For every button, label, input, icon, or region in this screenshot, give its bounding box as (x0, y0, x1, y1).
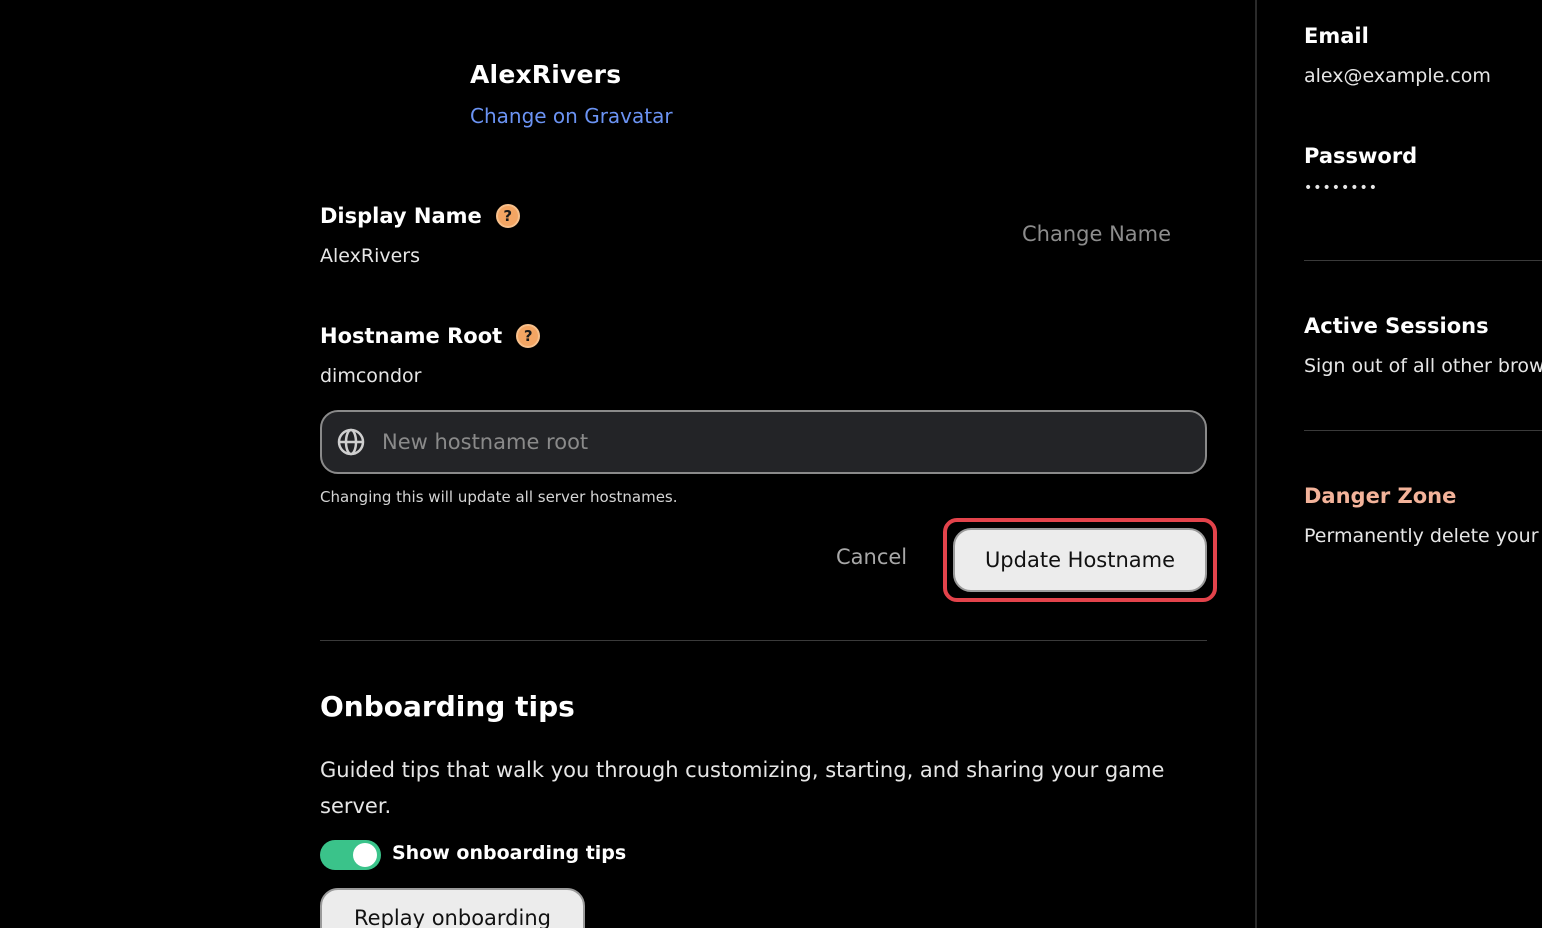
change-on-gravatar-link[interactable]: Change on Gravatar (470, 104, 673, 128)
toggle-knob (353, 843, 377, 867)
danger-zone-description: Permanently delete your (1304, 525, 1539, 547)
account-panel: Email alex@example.com Password ••••••••… (1304, 0, 1542, 928)
change-name-button[interactable]: Change Name (1022, 222, 1171, 246)
update-hostname-button[interactable]: Update Hostname (953, 528, 1207, 592)
profile-username: AlexRivers (470, 60, 622, 89)
question-circle-icon[interactable]: ? (495, 204, 520, 228)
password-label: Password (1304, 144, 1418, 168)
replay-onboarding-button[interactable]: Replay onboarding (320, 888, 585, 928)
display-name-label: Display Name (320, 204, 482, 228)
onboarding-description: Guided tips that walk you through custom… (320, 758, 1165, 818)
hostname-root-value: dimcondor (320, 365, 422, 387)
hostname-input[interactable] (382, 430, 1182, 454)
display-name-value: AlexRivers (320, 245, 421, 267)
cancel-button[interactable]: Cancel (836, 545, 907, 569)
onboarding-title: Onboarding tips (320, 690, 575, 723)
hostname-root-label: Hostname Root (320, 324, 503, 348)
active-sessions-description: Sign out of all other brow (1304, 355, 1542, 377)
password-value: •••••••• (1304, 180, 1379, 196)
hostname-hint: Changing this will update all server hos… (320, 488, 678, 506)
danger-zone-label: Danger Zone (1304, 484, 1457, 508)
account-divider (1304, 430, 1542, 431)
onboarding-toggle-label: Show onboarding tips (392, 842, 627, 864)
onboarding-toggle[interactable] (320, 840, 381, 870)
active-sessions-label: Active Sessions (1304, 314, 1489, 338)
display-name-label-row: Display Name ? (320, 204, 520, 228)
hostname-input-container[interactable] (320, 410, 1207, 474)
account-settings-page: AlexRivers Change on Gravatar Display Na… (0, 0, 1542, 928)
email-value: alex@example.com (1304, 65, 1491, 87)
email-label: Email (1304, 24, 1369, 48)
globe-icon (337, 428, 365, 456)
column-divider (1255, 0, 1257, 928)
section-divider (320, 640, 1207, 641)
account-divider (1304, 260, 1542, 261)
hostname-root-label-row: Hostname Root ? (320, 324, 541, 348)
question-circle-icon[interactable]: ? (516, 324, 541, 348)
